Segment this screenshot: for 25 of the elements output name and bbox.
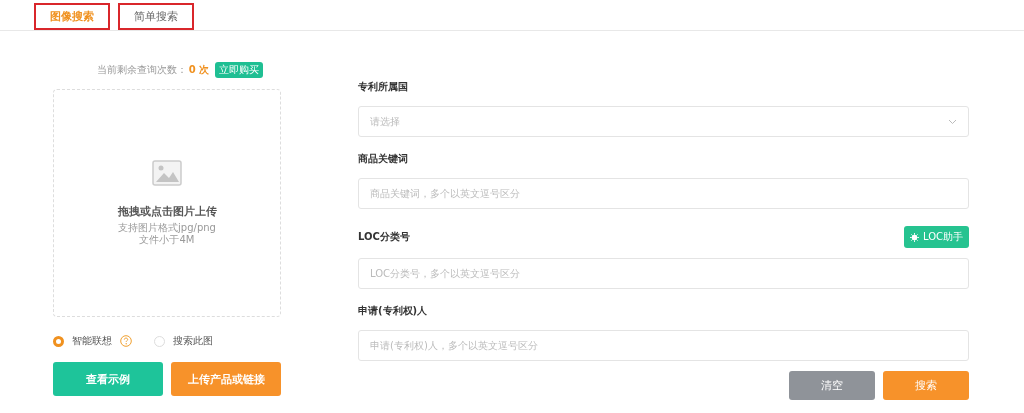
buy-button[interactable]: 立即购买 [215,62,264,78]
upload-title: 拖拽或点击图片上传 [117,204,217,219]
field-label: 商品关键词 [358,152,408,166]
tab[interactable]: 简单搜索 [118,3,194,30]
action-button[interactable]: 清空 [789,371,875,400]
upload-hint: 支持图片格式jpg/png 文件小于4M [118,222,216,246]
chevron-down-icon [948,118,957,125]
field-label: 申请(专利权)人 [358,304,428,318]
sun-icon [909,232,919,242]
field-label: 专利所属国 [358,80,408,94]
loc-helper-button[interactable]: LOC助手 [903,226,969,248]
action-button[interactable]: 搜索 [883,371,969,400]
radio-option[interactable]: 搜索此图 [154,334,213,348]
tab[interactable]: 图像搜索 [34,3,110,30]
upload-area[interactable]: 拖拽或点击图片上传 支持图片格式jpg/png 文件小于4M [53,89,281,317]
radio-option[interactable]: 智能联想 [53,334,132,348]
radio-button[interactable] [53,335,64,347]
question-circle-icon[interactable] [120,335,132,347]
action-button[interactable]: 上传产品或链接 [171,362,281,396]
quota-label: 当前剩余查询次数： [96,63,187,77]
image-icon [152,160,182,186]
quota-count: 0 次 [188,63,210,77]
field-label: LOC分类号 [358,230,410,244]
action-button[interactable]: 查看示例 [53,362,163,396]
select-field[interactable]: 请选择 [358,106,969,137]
